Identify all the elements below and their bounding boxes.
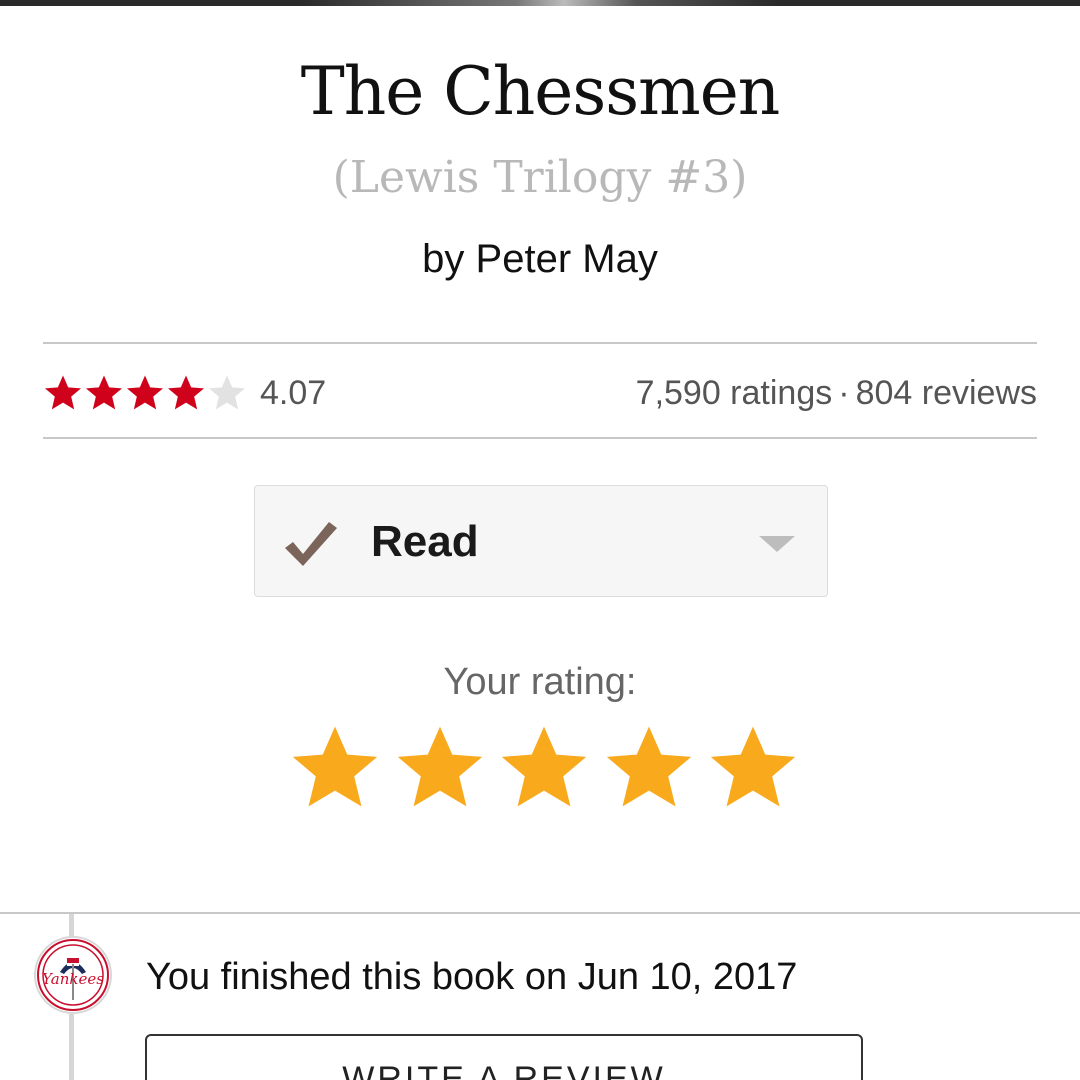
reviews-count[interactable]: 804 reviews xyxy=(856,374,1037,412)
average-rating-value: 4.07 xyxy=(260,374,327,412)
separator-dot: · xyxy=(838,374,850,412)
book-title: The Chessmen xyxy=(300,53,781,130)
finished-book-message: You finished this book on Jun 10, 2017 xyxy=(146,956,798,998)
svg-text:Yankees: Yankees xyxy=(42,970,104,988)
series-link[interactable]: (Lewis Trilogy #3) xyxy=(0,148,1080,208)
average-rating-stars xyxy=(43,370,248,416)
yankees-logo-avatar: Yankees xyxy=(37,939,109,1011)
star-icon xyxy=(45,375,81,410)
divider xyxy=(43,342,1037,344)
rating-star-1-icon[interactable] xyxy=(288,722,382,814)
shelf-status-button[interactable]: Read xyxy=(254,485,828,597)
rating-star-5-icon[interactable] xyxy=(706,722,800,814)
shelf-status-label: Read xyxy=(371,517,479,566)
chevron-down-icon[interactable] xyxy=(759,536,795,552)
user-avatar[interactable]: Yankees xyxy=(34,936,112,1014)
divider xyxy=(0,912,1080,914)
cover-image-edge xyxy=(0,0,1080,6)
ratings-summary[interactable]: 7,590 ratings · 804 reviews xyxy=(636,370,1037,416)
star-empty-icon xyxy=(209,375,245,410)
star-icon xyxy=(86,375,122,410)
author-link[interactable]: by Peter May xyxy=(0,234,1080,284)
rating-star-2-icon[interactable] xyxy=(393,722,487,814)
rating-star-4-icon[interactable] xyxy=(602,722,696,814)
your-rating-stars[interactable] xyxy=(288,722,800,814)
check-icon xyxy=(285,522,337,566)
divider xyxy=(43,437,1037,439)
your-rating-label: Your rating: xyxy=(443,661,637,703)
star-icon xyxy=(168,375,204,410)
write-review-button[interactable]: WRITE A REVIEW xyxy=(145,1034,863,1080)
rating-star-3-icon[interactable] xyxy=(497,722,591,814)
ratings-count[interactable]: 7,590 ratings xyxy=(636,374,833,412)
star-icon xyxy=(127,375,163,410)
